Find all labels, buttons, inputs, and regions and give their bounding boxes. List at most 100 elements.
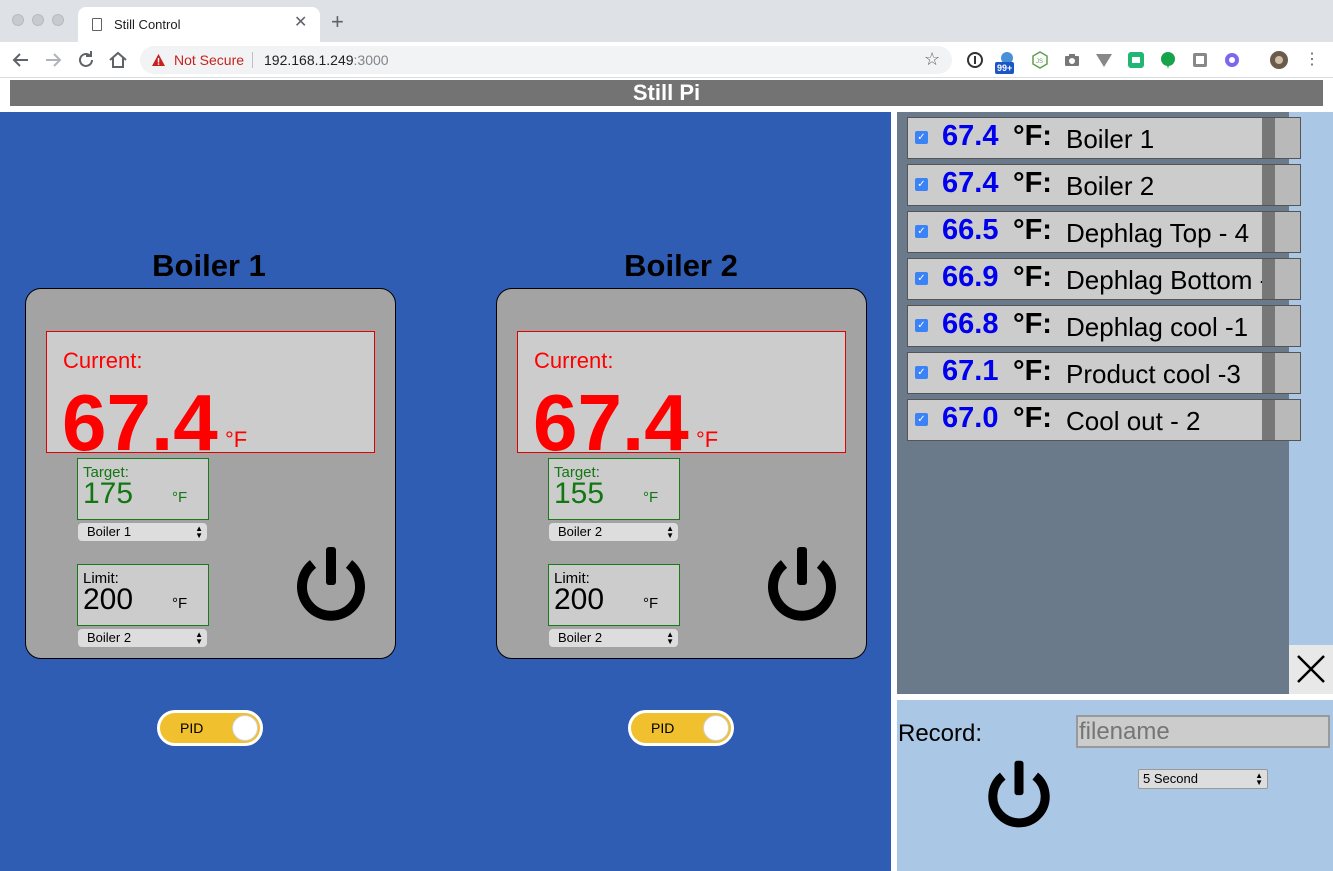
current-temp-value: 67.4 [62, 378, 218, 467]
sensor-checkbox[interactable]: ✓ [915, 225, 928, 238]
tab-title: Still Control [114, 17, 181, 32]
target-box[interactable]: Target: 155 °F [548, 458, 680, 520]
nodejs-icon[interactable]: JS [1031, 51, 1049, 69]
row-scrollbar[interactable] [1262, 165, 1300, 205]
sensor-temp-unit: °F: [1013, 308, 1052, 340]
limit-box[interactable]: Limit: 200 °F [77, 564, 209, 626]
sensor-temp-value: 67.4 [942, 167, 999, 199]
sensor-checkbox[interactable]: ✓ [915, 131, 928, 144]
limit-value[interactable]: 200 [83, 583, 133, 617]
target-sensor-select[interactable]: Boiler 1 ▲ ▼ [78, 523, 207, 541]
sensor-temp-value: 66.8 [942, 308, 999, 340]
sensor-checkbox[interactable]: ✓ [915, 272, 928, 285]
window-minimize-dot[interactable] [32, 14, 44, 26]
record-label: Record: [898, 720, 983, 747]
ublock-icon[interactable] [1191, 51, 1209, 69]
forward-arrow-icon[interactable] [41, 48, 65, 72]
close-panel-button[interactable] [1289, 645, 1333, 694]
row-scrollbar[interactable] [1262, 212, 1300, 252]
sensor-row: ✓ 67.1 °F: Product cool -3 [907, 352, 1301, 394]
sensor-temp-unit: °F: [1013, 120, 1052, 152]
vue-devtools-icon[interactable] [1095, 51, 1113, 69]
pid-toggle[interactable]: PID [157, 710, 263, 746]
toggle-knob[interactable] [703, 715, 729, 741]
reload-icon[interactable] [74, 48, 98, 72]
menu-kebab-icon[interactable]: ⋮ [1303, 51, 1321, 69]
grammar-extension-icon[interactable] [1127, 51, 1145, 69]
sensor-row: ✓ 66.9 °F: Dephlag Bottom - [907, 258, 1301, 300]
profile-avatar-icon[interactable] [1270, 51, 1288, 69]
close-icon [1297, 655, 1325, 683]
target-box[interactable]: Target: 175 °F [77, 458, 209, 520]
boiler-title: Boiler 2 [624, 248, 738, 283]
sensor-temp-value: 67.1 [942, 355, 999, 387]
window-zoom-dot[interactable] [52, 14, 64, 26]
home-icon[interactable] [106, 48, 130, 72]
limit-box[interactable]: Limit: 200 °F [548, 564, 680, 626]
new-tab-icon[interactable]: + [331, 11, 344, 33]
row-scrollbar[interactable] [1262, 259, 1300, 299]
row-scrollbar[interactable] [1262, 306, 1300, 346]
sensor-temp-unit: °F: [1013, 167, 1052, 199]
current-temp-unit: °F [225, 427, 248, 452]
page-title: Still Pi [10, 80, 1323, 106]
boiler-card: Current: 67.4 °F Target: 175 °F Boiler 1… [25, 288, 396, 659]
sensor-name: Product cool -3 [1066, 359, 1241, 389]
back-arrow-icon[interactable] [9, 48, 33, 72]
target-value[interactable]: 175 [83, 477, 133, 511]
security-status[interactable]: Not Secure [174, 52, 244, 68]
sensor-checkbox[interactable]: ✓ [915, 319, 928, 332]
address-bar[interactable]: Not Secure 192.168.1.249:3000 ☆ [140, 46, 952, 74]
web-extension-icon[interactable] [1223, 51, 1241, 69]
power-button-icon[interactable] [762, 545, 842, 627]
filename-input[interactable] [1076, 715, 1330, 748]
password-manager-icon[interactable] [966, 51, 984, 69]
sensor-checkbox[interactable]: ✓ [915, 413, 928, 426]
row-scrollbar[interactable] [1262, 118, 1300, 158]
sensor-row: ✓ 67.4 °F: Boiler 1 [907, 117, 1301, 159]
pid-label: PID [651, 720, 675, 736]
target-value[interactable]: 155 [554, 477, 604, 511]
record-interval-select[interactable]: 5 Second ▲ ▼ [1138, 769, 1268, 789]
target-sensor-select[interactable]: Boiler 2 ▲ ▼ [549, 523, 678, 541]
current-temp-box: Current: 67.4 °F [46, 331, 375, 467]
address-separator [252, 52, 253, 68]
sensor-list: ✓ 67.4 °F: Boiler 1 ✓ 67.4 °F: Boiler 2 … [897, 112, 1301, 694]
limit-sensor-select[interactable]: Boiler 2 ▲ ▼ [78, 629, 207, 647]
camera-icon[interactable] [1063, 51, 1081, 69]
sensor-temp-value: 66.5 [942, 214, 999, 246]
svg-text:JS: JS [1036, 59, 1043, 65]
record-power-button-icon[interactable] [979, 759, 1059, 833]
bookmark-star-icon[interactable]: ☆ [924, 49, 940, 70]
select-arrows-icon: ▲ ▼ [195, 630, 203, 646]
toggle-knob[interactable] [232, 715, 258, 741]
current-temp-value: 67.4 [533, 378, 689, 467]
target-unit: °F [643, 489, 659, 506]
extension-badge: 99+ [995, 62, 1015, 74]
sensor-checkbox[interactable]: ✓ [915, 366, 928, 379]
tab-close-icon[interactable]: ✕ [294, 15, 307, 31]
sensor-temp-value: 67.0 [942, 402, 999, 434]
sensor-temp-value: 67.4 [942, 120, 999, 152]
pid-toggle[interactable]: PID [628, 710, 734, 746]
current-temp-unit: °F [696, 427, 719, 452]
limit-value[interactable]: 200 [554, 583, 604, 617]
document-icon [92, 18, 102, 31]
browser-tab[interactable]: Still Control ✕ [78, 7, 320, 42]
browser-tab-bar: Still Control ✕ + [0, 0, 1333, 42]
sensor-name: Boiler 1 [1066, 124, 1155, 154]
window-close-dot[interactable] [12, 14, 24, 26]
limit-sensor-select[interactable]: Boiler 2 ▲ ▼ [549, 629, 678, 647]
limit-unit: °F [643, 595, 659, 612]
evernote-icon[interactable] [1159, 51, 1177, 69]
url-text: 192.168.1.249:3000 [264, 52, 389, 68]
sensor-row: ✓ 67.0 °F: Cool out - 2 [907, 399, 1301, 441]
sensor-temp-unit: °F: [1013, 214, 1052, 246]
sensor-name: Dephlag Top - 4 [1066, 218, 1250, 248]
row-scrollbar[interactable] [1262, 400, 1300, 440]
power-button-icon[interactable] [291, 545, 371, 627]
sensor-temp-unit: °F: [1013, 402, 1052, 434]
target-unit: °F [172, 489, 188, 506]
row-scrollbar[interactable] [1262, 353, 1300, 393]
sensor-checkbox[interactable]: ✓ [915, 178, 928, 191]
